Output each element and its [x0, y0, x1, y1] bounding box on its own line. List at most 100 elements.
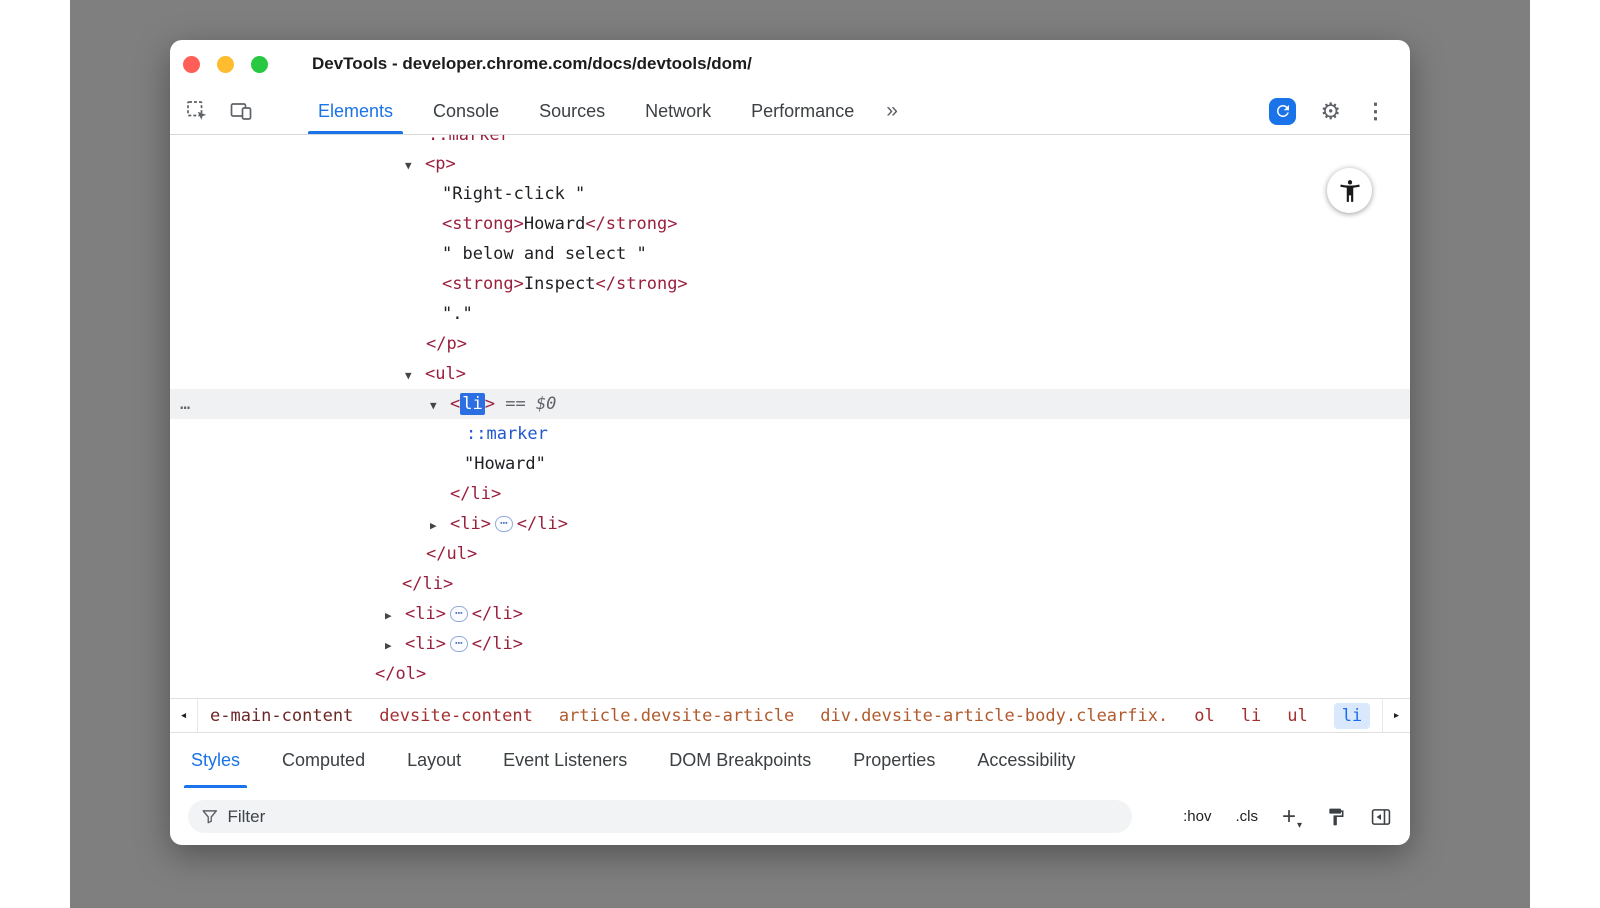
element-classes-button[interactable]: .cls: [1235, 808, 1258, 825]
sidebar-tab-computed[interactable]: Computed: [261, 733, 386, 788]
rendering-emulation-button[interactable]: [1326, 807, 1346, 827]
code-part-tag: </ol>: [375, 664, 426, 684]
tree-row[interactable]: </li>: [170, 479, 1410, 509]
more-tabs-button[interactable]: »: [874, 88, 910, 134]
tree-row[interactable]: </ol>: [170, 659, 1410, 689]
breadcrumb-item-article-devsite-article[interactable]: article.devsite-article: [559, 706, 794, 726]
tab-elements[interactable]: Elements: [298, 88, 413, 134]
styles-filter-input[interactable]: [227, 807, 1119, 827]
code-part-text: "Right-click ": [442, 184, 585, 204]
tab-performance[interactable]: Performance: [731, 88, 874, 134]
tree-row[interactable]: "Howard": [170, 449, 1410, 479]
breadcrumb-scroll-right-button[interactable]: ▸: [1382, 699, 1410, 732]
sidebar-tab-dom-breakpoints[interactable]: DOM Breakpoints: [648, 733, 832, 788]
tab-sources[interactable]: Sources: [519, 88, 625, 134]
device-toolbar-button[interactable]: [226, 88, 256, 134]
devtools-window: DevTools - developer.chrome.com/docs/dev…: [170, 40, 1410, 845]
minimize-button[interactable]: [217, 56, 234, 73]
breadcrumb-item-li[interactable]: li: [1334, 703, 1370, 729]
tree-row[interactable]: </ul>: [170, 539, 1410, 569]
sidebar-tab-event-listeners[interactable]: Event Listeners: [482, 733, 648, 788]
window-title: DevTools - developer.chrome.com/docs/dev…: [312, 54, 752, 74]
dom-tree: ::marker▼<p>"Right-click "<strong>Howard…: [170, 135, 1410, 698]
tree-row[interactable]: ".": [170, 299, 1410, 329]
device-toolbar-icon: [229, 99, 253, 123]
code-part-tag: </li>: [402, 574, 453, 594]
close-button[interactable]: [183, 56, 200, 73]
breadcrumb-item-devsite-content[interactable]: devsite-content: [379, 706, 533, 726]
code-part-selname: li: [460, 393, 484, 415]
sync-icon: [1274, 102, 1292, 120]
breadcrumb-scroll-left-button[interactable]: ◂: [170, 699, 198, 732]
sidebar-tab-properties[interactable]: Properties: [832, 733, 956, 788]
styles-filter-controls: :hov .cls +▾: [1183, 806, 1392, 828]
sidebar-tab-styles[interactable]: Styles: [170, 733, 261, 788]
breadcrumb-list: e-main-content devsite-content article.dev…: [198, 699, 1382, 732]
expand-arrow-icon[interactable]: ▶: [385, 601, 405, 631]
breadcrumb-item-div-devsite-article-body-clearfix[interactable]: div.devsite-article-body.clearfix.: [820, 706, 1168, 726]
toggle-sidebar-button[interactable]: [1370, 806, 1392, 828]
code-part-text: Inspect: [524, 274, 596, 294]
tree-row[interactable]: </li>: [170, 569, 1410, 599]
styles-filter-bar: :hov .cls +▾: [170, 788, 1410, 845]
inspect-element-button[interactable]: [182, 88, 212, 134]
code-part-tag: <li>: [405, 634, 446, 654]
breadcrumb-item-ol[interactable]: ol: [1194, 706, 1214, 726]
code-part-text: ".": [442, 304, 473, 324]
code-part-pill[interactable]: ⋯: [495, 516, 513, 532]
kebab-menu-icon[interactable]: ⋮: [1365, 101, 1386, 122]
tree-row[interactable]: ::marker: [170, 135, 1410, 149]
tree-row[interactable]: ▶<li>⋯</li>: [170, 629, 1410, 659]
code-part-pseudo: ::marker: [466, 424, 548, 444]
expand-arrow-icon[interactable]: ▶: [385, 631, 405, 661]
extension-button[interactable]: [1269, 98, 1296, 125]
new-style-rule-button[interactable]: +▾: [1282, 807, 1302, 827]
breadcrumb-item-ul[interactable]: ul: [1287, 706, 1307, 726]
code-part-markertop: ::marker: [428, 135, 510, 145]
overflow-dots-icon[interactable]: …: [180, 389, 191, 419]
toggle-sidebar-icon: [1370, 806, 1392, 828]
tree-row[interactable]: <strong>Inspect</strong>: [170, 269, 1410, 299]
paint-roller-icon: [1326, 807, 1346, 827]
accessibility-button[interactable]: [1327, 168, 1372, 213]
toggle-element-state-button[interactable]: :hov: [1183, 808, 1211, 825]
code-part-pill[interactable]: ⋯: [450, 606, 468, 622]
sidebar-tab-layout[interactable]: Layout: [386, 733, 482, 788]
tree-row-selected[interactable]: …▼<li> == $0: [170, 389, 1410, 419]
tree-row[interactable]: ▶<li>⋯</li>: [170, 599, 1410, 629]
code-part-tag: <strong>: [442, 214, 524, 234]
code-part-text: Howard: [524, 214, 585, 234]
tree-row[interactable]: ▼<ul>: [170, 359, 1410, 389]
code-part-tag: </p>: [426, 334, 467, 354]
collapse-arrow-icon[interactable]: ▼: [430, 391, 450, 421]
tree-row[interactable]: ::marker: [170, 419, 1410, 449]
tree-row[interactable]: " below and select ": [170, 239, 1410, 269]
breadcrumb-item-li[interactable]: li: [1241, 706, 1261, 726]
code-part-tag: <: [450, 394, 460, 414]
tree-row[interactable]: "Right-click ": [170, 179, 1410, 209]
code-part-tag: <ul>: [425, 364, 466, 384]
styles-filter-field[interactable]: [188, 800, 1132, 833]
expand-arrow-icon[interactable]: ▶: [430, 511, 450, 541]
accessibility-person-icon: [1337, 178, 1363, 204]
collapse-arrow-icon[interactable]: ▼: [405, 151, 425, 181]
breadcrumb-item-e-main-content[interactable]: e-main-content: [210, 706, 353, 726]
tree-row[interactable]: </p>: [170, 329, 1410, 359]
panel-tab-strip: ElementsConsoleSourcesNetworkPerformance: [298, 88, 874, 134]
zoom-button[interactable]: [251, 56, 268, 73]
sidebar-tab-accessibility[interactable]: Accessibility: [956, 733, 1096, 788]
code-part-tag: </ul>: [426, 544, 477, 564]
tree-row[interactable]: ▼<p>: [170, 149, 1410, 179]
tab-console[interactable]: Console: [413, 88, 519, 134]
tree-row[interactable]: ▶<li>⋯</li>: [170, 509, 1410, 539]
code-part-tag: <p>: [425, 154, 456, 174]
tree-row[interactable]: <strong>Howard</strong>: [170, 209, 1410, 239]
settings-gear-icon[interactable]: ⚙: [1320, 100, 1341, 123]
sidebar-tab-strip: StylesComputedLayoutEvent ListenersDOM B…: [170, 732, 1410, 788]
inspect-cursor-icon: [185, 99, 209, 123]
tab-network[interactable]: Network: [625, 88, 731, 134]
code-part-pill[interactable]: ⋯: [450, 636, 468, 652]
code-part-text: " below and select ": [442, 244, 647, 264]
collapse-arrow-icon[interactable]: ▼: [405, 361, 425, 391]
code-part-text: "Howard": [464, 454, 546, 474]
